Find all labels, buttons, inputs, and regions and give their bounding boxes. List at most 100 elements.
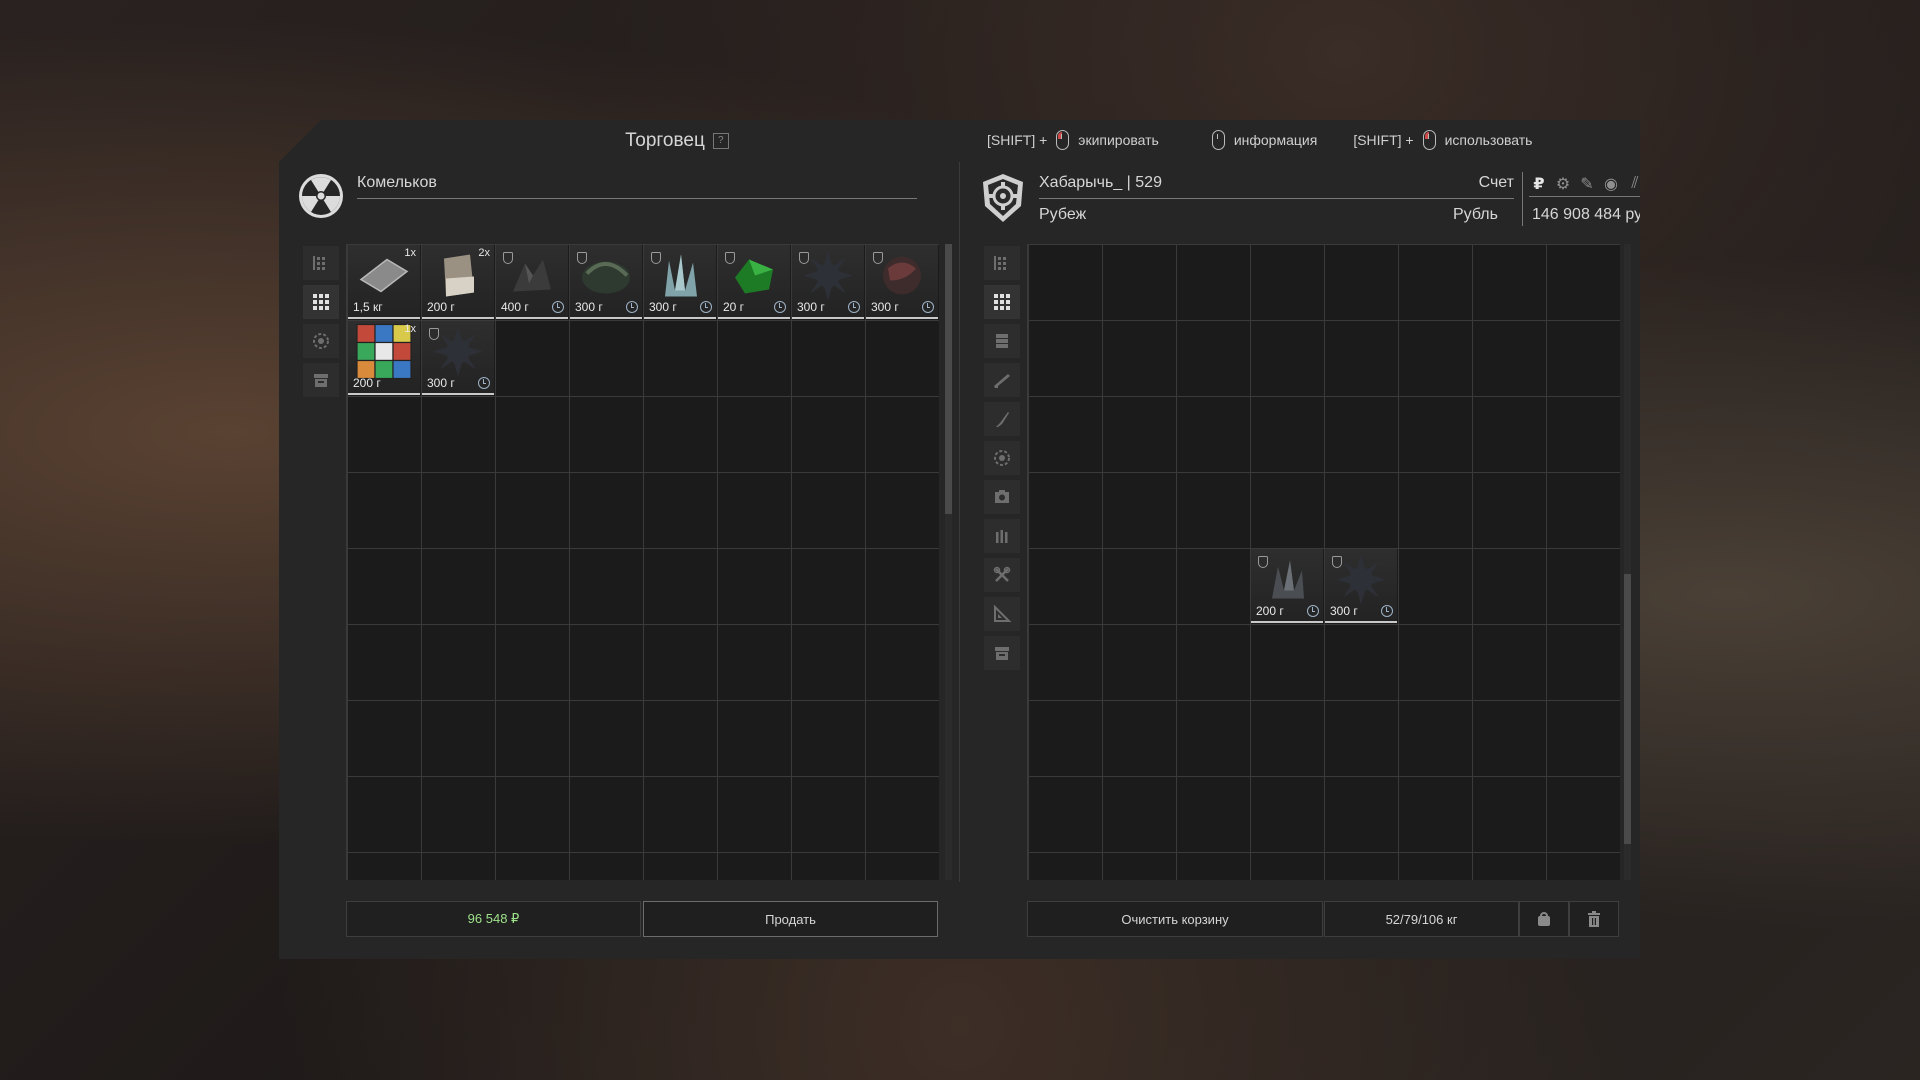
- hotkey-label: использовать: [1444, 132, 1533, 148]
- weight-indicator: 52/79/106 кг: [1324, 901, 1519, 937]
- grid-all-icon[interactable]: [303, 285, 339, 319]
- token-currency-icon[interactable]: ♜: [1649, 174, 1669, 194]
- trader-item[interactable]: 300 г: [644, 245, 716, 319]
- item-weight: 300 г: [871, 300, 899, 314]
- trader-item[interactable]: 1x 200 г: [348, 321, 420, 395]
- shield-icon: [429, 328, 439, 340]
- tools-tab-icon[interactable]: [984, 558, 1020, 592]
- radiation-icon: [299, 174, 343, 218]
- trader-item[interactable]: 1x 1,5 кг: [348, 245, 420, 319]
- hotkey-info: информация: [1203, 130, 1317, 150]
- misc-tab-icon[interactable]: [303, 363, 339, 397]
- spiky-artifact-icon: [431, 325, 485, 384]
- hotkey-prefix: [SHIFT] +: [987, 132, 1048, 148]
- player-name: Хабарычь_ | 529: [1039, 174, 1162, 191]
- artifact-tab-icon[interactable]: [984, 441, 1020, 475]
- sell-button[interactable]: Продать: [643, 901, 938, 937]
- player-location: Рубеж: [1039, 206, 1087, 223]
- coin-currency-icon[interactable]: ◉: [1601, 174, 1621, 194]
- currency-selector: ₽ ⚙ ✎ ◉ ⫽ ♜: [1529, 172, 1669, 197]
- clock-icon: [922, 301, 934, 313]
- drawing-tab-icon[interactable]: [984, 597, 1020, 631]
- weight-value: 52/79/106 кг: [1385, 911, 1458, 927]
- trader-scrollbar[interactable]: [945, 244, 952, 880]
- shield-icon: [873, 252, 883, 264]
- dark-artifact-icon: [507, 254, 557, 303]
- mouse-left-icon: [1056, 130, 1070, 150]
- crystal-dark-artifact-icon: [1262, 555, 1312, 610]
- item-weight: 1,5 кг: [353, 300, 383, 314]
- item-count: 1x: [404, 323, 416, 335]
- clock-icon: [552, 301, 564, 313]
- clock-icon: [848, 301, 860, 313]
- hotkey-use: [SHIFT] + использовать: [1353, 130, 1532, 150]
- mouse-icon: [1211, 130, 1225, 150]
- trader-category-tabs: [303, 246, 339, 402]
- trader-scroll-thumb[interactable]: [945, 244, 952, 514]
- trader-item[interactable]: 300 г: [866, 245, 938, 319]
- trader-item[interactable]: 20 г: [718, 245, 790, 319]
- shield-icon: [799, 252, 809, 264]
- hotkey-hints: [SHIFT] + экипировать информация [SHIFT]…: [987, 130, 1532, 150]
- sort-icon[interactable]: [303, 246, 339, 280]
- green-artifact-icon: [729, 254, 779, 303]
- item-weight: 300 г: [797, 300, 825, 314]
- crystal-artifact-icon: [655, 251, 705, 306]
- item-weight: 300 г: [427, 376, 455, 390]
- trader-window: Торговец? [SHIFT] + экипировать информац…: [279, 120, 1640, 959]
- grid-all-icon[interactable]: [984, 285, 1020, 319]
- clock-icon: [626, 301, 638, 313]
- ruble-icon[interactable]: ₽: [1529, 174, 1549, 194]
- item-weight: 200 г: [427, 300, 455, 314]
- clock-icon: [1381, 605, 1393, 617]
- ammo-tab-icon[interactable]: [984, 519, 1020, 553]
- hotkey-equip: [SHIFT] + экипировать: [987, 130, 1159, 150]
- clear-cart-button[interactable]: Очистить корзину: [1027, 901, 1323, 937]
- tool-currency-icon[interactable]: ✎: [1577, 174, 1597, 194]
- trader-header: Комельков: [297, 172, 917, 220]
- mouse-left-icon: [1422, 130, 1436, 150]
- trader-inventory-grid: 1x 1,5 кг 2x 200 г 400 г 300 г 300 г 20 г 300 г 3…: [346, 244, 939, 880]
- clock-icon: [700, 301, 712, 313]
- hotkey-label: информация: [1233, 132, 1318, 148]
- trash-icon[interactable]: [1569, 901, 1619, 937]
- artifact-tab-icon[interactable]: [303, 324, 339, 358]
- player-scroll-thumb[interactable]: [1624, 574, 1631, 844]
- player-header: Хабарычь_ | 529 Счет Рубеж Рубль ₽ ⚙ ✎ ◉…: [979, 172, 1640, 242]
- player-scrollbar[interactable]: [1624, 244, 1631, 880]
- sort-icon[interactable]: [984, 246, 1020, 280]
- device-tab-icon[interactable]: [984, 480, 1020, 514]
- item-weight: 400 г: [501, 300, 529, 314]
- misc-tab-icon[interactable]: [984, 636, 1020, 670]
- trader-item[interactable]: 2x 200 г: [422, 245, 494, 319]
- spiky-artifact-icon: [1334, 553, 1388, 612]
- trader-item[interactable]: 400 г: [496, 245, 568, 319]
- player-category-tabs: [984, 246, 1020, 675]
- trader-item[interactable]: 300 г: [570, 245, 642, 319]
- armor-tab-icon[interactable]: [984, 324, 1020, 358]
- item-weight: 300 г: [1330, 604, 1358, 618]
- player-balance: 146 908 484 руб.: [1532, 206, 1656, 223]
- weight-icon: [1519, 901, 1569, 937]
- trader-item[interactable]: 300 г: [792, 245, 864, 319]
- rifle-tab-icon[interactable]: [984, 363, 1020, 397]
- item-weight: 200 г: [1256, 604, 1284, 618]
- account-label: Счет: [1478, 174, 1514, 191]
- cart-item[interactable]: 300 г: [1325, 549, 1397, 623]
- clock-icon: [774, 301, 786, 313]
- shield-icon: [503, 252, 513, 264]
- trader-item[interactable]: 300 г: [422, 321, 494, 395]
- plate-icon: [357, 256, 411, 301]
- player-inventory-grid: 200 г 300 г: [1027, 244, 1620, 880]
- cloth-icon: [436, 253, 480, 304]
- cart-item[interactable]: 200 г: [1251, 549, 1323, 623]
- bars-currency-icon[interactable]: ⫽: [1625, 175, 1640, 193]
- gear-currency-icon[interactable]: ⚙: [1553, 174, 1573, 194]
- clock-icon: [478, 377, 490, 389]
- knife-tab-icon[interactable]: [984, 402, 1020, 436]
- help-icon[interactable]: ?: [712, 132, 729, 149]
- item-weight: 20 г: [723, 300, 745, 314]
- red-artifact-icon: [876, 251, 928, 306]
- panel-divider: [959, 162, 960, 882]
- green-dark-artifact-icon: [579, 254, 633, 303]
